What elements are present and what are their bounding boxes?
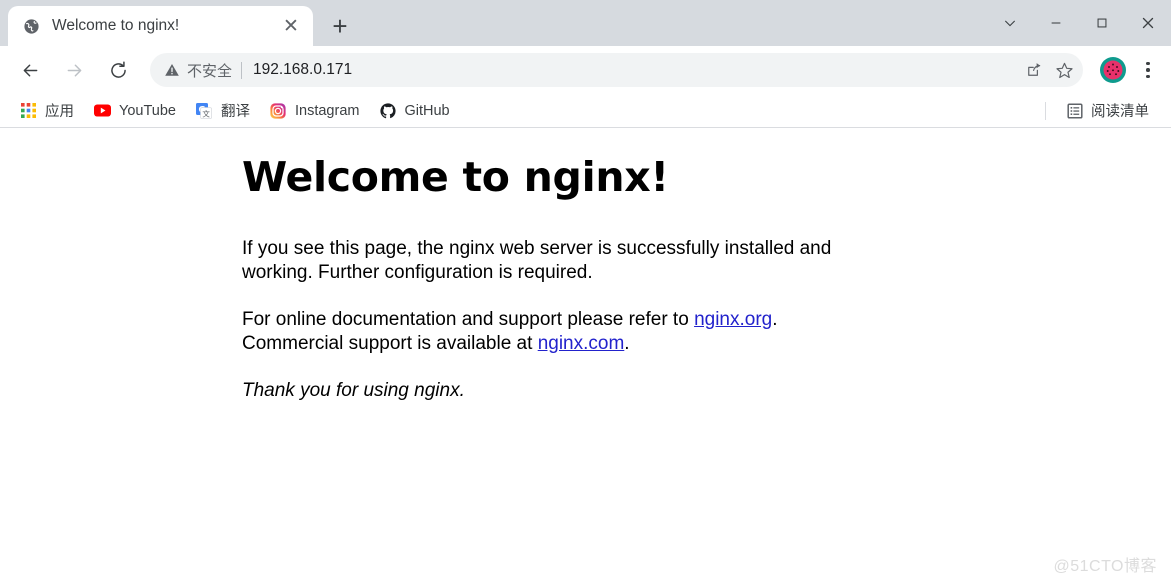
tab-welcome-to-nginx[interactable]: Welcome to nginx! ✕: [8, 6, 313, 46]
nginx-org-link[interactable]: nginx.org: [694, 309, 772, 330]
url-text[interactable]: 192.168.0.171: [253, 61, 1019, 79]
reload-button[interactable]: [101, 53, 135, 87]
apps-grid-icon: [20, 102, 37, 119]
bookmark-label: Instagram: [294, 102, 360, 119]
window-controls: [987, 0, 1171, 46]
tab-strip: Welcome to nginx! ✕ +: [0, 0, 1171, 46]
reading-list-icon: [1066, 102, 1083, 119]
reading-list-label: 阅读清单: [1091, 104, 1149, 120]
page-title: Welcome to nginx!: [242, 153, 669, 201]
bookmark-label: YouTube: [119, 102, 176, 119]
maximize-icon[interactable]: [1079, 1, 1125, 45]
browser-window: Welcome to nginx! ✕ + 不安全 192.168.0.171 …: [0, 0, 1171, 586]
address-bar[interactable]: 不安全 192.168.0.171: [150, 53, 1083, 87]
omnibox-divider: [241, 61, 243, 79]
instagram-icon: [270, 102, 287, 119]
menu-dot: [1146, 74, 1150, 79]
new-tab-button[interactable]: +: [323, 9, 357, 43]
menu-dot: [1146, 61, 1150, 66]
youtube-icon: [94, 102, 111, 119]
reading-list-area: 阅读清单: [1045, 98, 1161, 124]
svg-text:文: 文: [203, 108, 211, 118]
browser-toolbar: 不安全 192.168.0.171: [0, 46, 1171, 94]
profile-avatar[interactable]: [1099, 56, 1127, 84]
bookmarks-bar: 应用 YouTube G 文 翻译: [0, 94, 1171, 128]
globe-icon: [22, 17, 40, 35]
doc-text-post: .: [624, 332, 630, 354]
omnibox-actions: [1019, 55, 1079, 85]
reading-list-button[interactable]: 阅读清单: [1058, 98, 1157, 124]
bookmark-item-apps[interactable]: 应用: [12, 98, 82, 124]
thanks-paragraph: Thank you for using nginx.: [242, 379, 465, 401]
bookmarks-divider: [1045, 101, 1046, 120]
bookmark-item-youtube[interactable]: YouTube: [86, 98, 184, 124]
github-icon: [379, 102, 396, 119]
doc-text-pre: For online documentation and support ple…: [242, 309, 695, 331]
close-icon[interactable]: [1125, 1, 1171, 45]
tab-search-chevron-down-icon[interactable]: [987, 1, 1033, 45]
bookmark-item-github[interactable]: GitHub: [371, 98, 457, 124]
google-translate-icon: G 文: [196, 102, 213, 119]
nginx-welcome-page: Welcome to nginx! If you see this page, …: [0, 128, 1171, 403]
bookmark-item-instagram[interactable]: Instagram: [262, 98, 367, 124]
chrome-menu-button[interactable]: [1133, 53, 1163, 87]
bookmark-label: 应用: [45, 104, 74, 120]
page-viewport: Welcome to nginx! If you see this page, …: [0, 128, 1171, 586]
warning-triangle-icon[interactable]: [164, 62, 180, 78]
intro-paragraph: If you see this page, the nginx web serv…: [242, 238, 832, 284]
documentation-paragraph: For online documentation and support ple…: [242, 308, 867, 356]
share-icon[interactable]: [1019, 55, 1049, 85]
menu-dot: [1146, 68, 1150, 72]
bookmark-label: GitHub: [404, 102, 450, 119]
security-status-label: 不安全: [187, 62, 233, 80]
nginx-com-link[interactable]: nginx.com: [538, 333, 625, 354]
bookmark-item-translate[interactable]: G 文 翻译: [188, 98, 258, 124]
close-icon[interactable]: ✕: [279, 14, 303, 38]
tab-title: Welcome to nginx!: [52, 17, 180, 34]
star-icon[interactable]: [1049, 55, 1079, 85]
back-button[interactable]: [13, 53, 47, 87]
minimize-icon[interactable]: [1033, 1, 1079, 45]
forward-button[interactable]: [57, 53, 91, 87]
watermark: @51CTO博客: [1053, 558, 1157, 575]
bookmark-label: 翻译: [220, 104, 250, 120]
